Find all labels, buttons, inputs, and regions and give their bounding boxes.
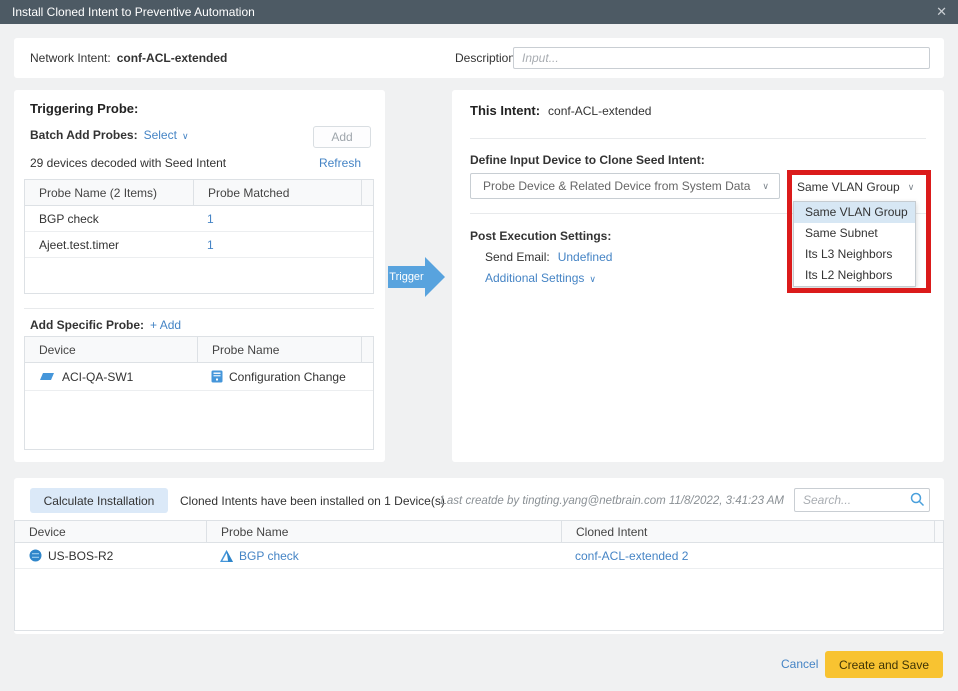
installation-panel: Calculate Installation Cloned Intents ha… — [14, 478, 944, 634]
device-name: US-BOS-R2 — [48, 549, 113, 563]
define-input-device-label: Define Input Device to Clone Seed Intent… — [470, 153, 705, 167]
scope-option[interactable]: Its L2 Neighbors — [794, 265, 915, 286]
router-device-icon — [29, 549, 42, 562]
refresh-link[interactable]: Refresh — [319, 156, 361, 170]
calculate-installation-button[interactable]: Calculate Installation — [30, 488, 168, 513]
specific-probe-table: Device Probe Name ACI-QA-SW1 Configurati… — [24, 336, 374, 450]
probe-name-link[interactable]: BGP check — [239, 549, 299, 563]
decoded-devices-text: 29 devices decoded with Seed Intent — [30, 156, 226, 170]
add-specific-probe-label: Add Specific Probe: — [30, 318, 144, 332]
probe-matched-link[interactable]: 1 — [193, 212, 373, 226]
additional-settings-link[interactable]: Additional Settings∨ — [485, 271, 596, 285]
description-label: Description: — [455, 38, 518, 78]
create-and-save-button[interactable]: Create and Save — [825, 651, 943, 678]
trigger-arrow-label: Trigger — [388, 266, 425, 288]
table-row: BGP check 1 — [25, 206, 373, 232]
intent-header-card: Network Intent: conf-ACL-extended Descri… — [14, 38, 944, 78]
divider — [470, 138, 926, 139]
cloned-intent-link[interactable]: conf-ACL-extended 2 — [575, 549, 688, 563]
probe-triangle-icon — [220, 550, 233, 562]
device-name: ACI-QA-SW1 — [62, 370, 133, 384]
probe-name-cell: Ajeet.test.timer — [25, 238, 193, 252]
switch-device-icon — [39, 371, 56, 383]
specific-table-header-device: Device — [25, 337, 197, 362]
scope-dropdown-menu: Same VLAN Group Same Subnet Its L3 Neigh… — [793, 201, 916, 287]
dialog-titlebar: Install Cloned Intent to Preventive Auto… — [0, 0, 958, 24]
post-execution-settings-label: Post Execution Settings: — [470, 229, 611, 243]
triggering-probe-panel: Triggering Probe: Batch Add Probes: Sele… — [14, 90, 385, 462]
trigger-arrow-tip — [425, 257, 445, 297]
add-button[interactable]: Add — [313, 126, 371, 148]
chevron-down-icon: ∨ — [182, 131, 189, 141]
device-source-select[interactable]: Probe Device & Related Device from Syste… — [470, 173, 780, 199]
add-specific-probe-link[interactable]: + Add — [150, 318, 181, 332]
scope-select[interactable]: Same VLAN Group ∨ — [797, 180, 914, 194]
probe-table-header-strip — [361, 180, 373, 205]
installed-header-strip — [934, 521, 943, 542]
probe-name-cell: BGP check — [25, 212, 193, 226]
chevron-down-icon: ∨ — [589, 274, 596, 284]
send-email-value-link[interactable]: Undefined — [558, 250, 613, 264]
batch-add-select[interactable]: Select∨ — [144, 128, 189, 142]
scope-option[interactable]: Same VLAN Group — [794, 202, 915, 223]
chevron-down-icon: ∨ — [908, 182, 915, 193]
scope-option[interactable]: Its L3 Neighbors — [794, 244, 915, 265]
this-intent-value: conf-ACL-extended — [548, 104, 651, 118]
installation-status-text: Cloned Intents have been installed on 1 … — [180, 494, 445, 508]
probe-name: Configuration Change — [229, 370, 346, 384]
network-intent-label: Network Intent: — [30, 51, 111, 65]
search-box — [794, 488, 930, 512]
scope-option[interactable]: Same Subnet — [794, 223, 915, 244]
table-row: ACI-QA-SW1 Configuration Change — [25, 363, 373, 391]
dialog-title: Install Cloned Intent to Preventive Auto… — [12, 5, 255, 19]
network-intent-value: conf-ACL-extended — [117, 51, 228, 65]
triggering-probe-title: Triggering Probe: — [30, 101, 138, 116]
installed-header-device: Device — [15, 521, 206, 542]
probe-table-header-name: Probe Name (2 Items) — [25, 180, 193, 205]
probe-table-header-matched: Probe Matched — [193, 180, 361, 205]
close-icon[interactable]: ✕ — [936, 0, 947, 24]
this-intent-label: This Intent: — [470, 103, 540, 118]
config-change-icon — [211, 370, 223, 383]
last-created-text: Last creatde by tingting.yang@netbrain.c… — [441, 495, 784, 507]
table-row: Ajeet.test.timer 1 — [25, 232, 373, 258]
table-row: US-BOS-R2 BGP check conf-ACL-extended 2 — [15, 543, 943, 569]
section-divider — [24, 308, 374, 309]
cancel-button[interactable]: Cancel — [781, 657, 818, 671]
probe-matched-link[interactable]: 1 — [193, 238, 373, 252]
description-input[interactable] — [513, 47, 930, 69]
trigger-arrow: Trigger — [388, 257, 446, 297]
batch-add-probes-label: Batch Add Probes: — [30, 128, 138, 142]
installed-header-probe: Probe Name — [206, 521, 561, 542]
chevron-down-icon: ∨ — [762, 181, 769, 192]
probe-table: Probe Name (2 Items) Probe Matched BGP c… — [24, 179, 374, 294]
installed-intents-table: Device Probe Name Cloned Intent US-BOS-R… — [14, 520, 944, 631]
specific-table-header-strip — [361, 337, 373, 362]
send-email-label: Send Email: — [485, 250, 550, 264]
search-icon[interactable] — [910, 492, 925, 507]
specific-table-header-probe: Probe Name — [197, 337, 361, 362]
installed-header-cloned: Cloned Intent — [561, 521, 934, 542]
